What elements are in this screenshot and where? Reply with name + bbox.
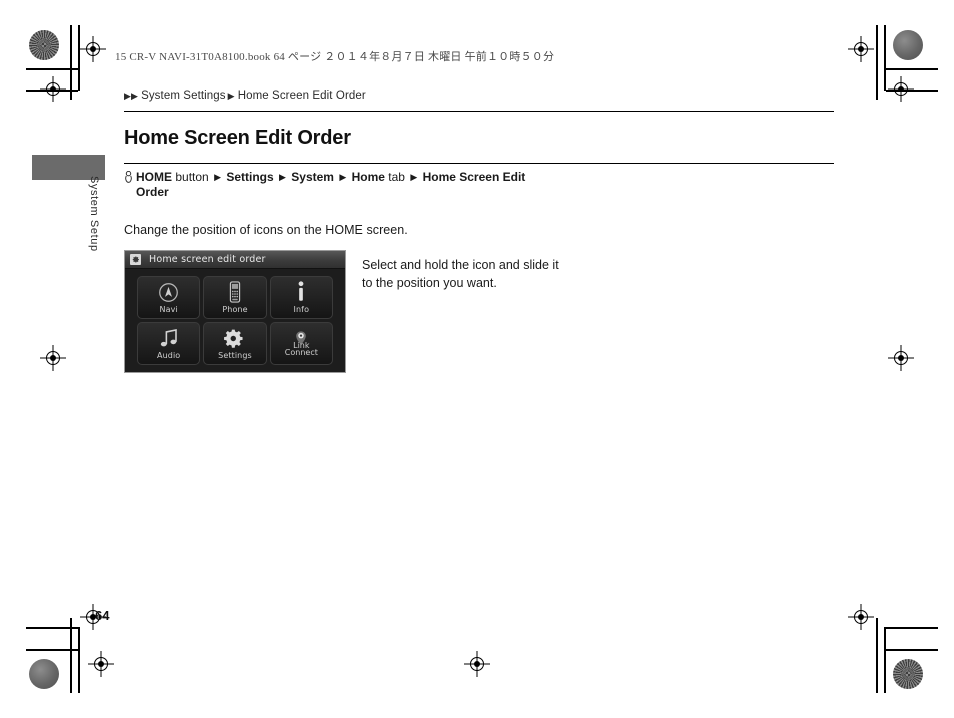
crop-line	[78, 627, 80, 693]
breadcrumb-separator-icon: ▶	[227, 90, 235, 101]
crop-line	[876, 618, 878, 693]
nav-step-tab-word: tab	[388, 170, 405, 185]
header-divider	[124, 111, 834, 112]
page-number: 64	[95, 608, 110, 623]
music-note-icon	[159, 327, 179, 349]
color-registration-dot	[893, 659, 923, 689]
breadcrumb-current: Home Screen Edit Order	[237, 90, 366, 102]
home-tile-label: Navi	[159, 304, 178, 314]
home-tile-phone[interactable]: Phone	[203, 275, 267, 319]
breadcrumb-arrow-icon: ▶	[131, 90, 139, 101]
home-tile-info[interactable]: Info	[269, 275, 333, 319]
registration-mark	[40, 345, 66, 371]
title-divider	[124, 163, 834, 165]
navigation-screen-figure: Home screen edit order Navi Phone Info A…	[124, 249, 346, 373]
home-tile-audio[interactable]: Audio	[137, 321, 201, 365]
home-tile-label: Info	[293, 304, 310, 314]
nav-step-button-word: button	[175, 170, 209, 185]
crop-line	[70, 25, 72, 100]
crop-line	[884, 25, 886, 91]
figure-row: Home screen edit order Navi Phone Info A…	[124, 249, 834, 373]
page-content: ▶ ▶ System Settings ▶ Home Screen Edit Order…	[124, 88, 834, 373]
breadcrumb: ▶ ▶ System Settings ▶ Home Screen Edit Order	[124, 88, 834, 104]
body-text: Change the position of icons on the HOME…	[124, 223, 408, 238]
color-registration-dot	[893, 30, 923, 60]
nav-step-settings[interactable]: Settings	[226, 170, 273, 184]
gear-icon	[130, 253, 141, 265]
breadcrumb-parent[interactable]: System Settings	[141, 90, 226, 102]
crop-line	[26, 649, 78, 651]
home-icon-grid: Navi Phone Info Audio Settings Link Conn…	[125, 270, 345, 372]
registration-mark	[464, 651, 490, 677]
home-tile-navi[interactable]: Navi	[137, 275, 201, 319]
crop-line	[886, 68, 938, 70]
phone-handset-icon	[228, 281, 242, 303]
nav-step-home-tab[interactable]: Home	[352, 170, 385, 184]
gear-icon	[224, 327, 245, 349]
registration-mark	[88, 651, 114, 677]
color-registration-dot	[29, 30, 59, 60]
figure-caption: Select and hold the icon and slide it to…	[362, 257, 559, 290]
book-header-info: 15 CR-V NAVI-31T0A8100.book 64 ページ ２０１４年…	[115, 51, 555, 63]
home-tile-settings[interactable]: Settings	[203, 321, 267, 365]
breadcrumb-arrow-icon: ▶	[124, 90, 132, 101]
nav-arrow-icon: ▶	[214, 172, 221, 183]
crop-line	[26, 68, 78, 70]
color-registration-dot	[29, 659, 59, 689]
nav-arrow-icon: ▶	[410, 172, 418, 183]
side-tab-label: System Setup	[88, 176, 100, 252]
home-tile-label: Audio	[157, 350, 181, 360]
registration-mark	[848, 36, 874, 62]
screen-titlebar: Home screen edit order	[125, 250, 345, 269]
registration-mark	[40, 76, 66, 102]
home-tile-link-connect[interactable]: Link Connect	[269, 321, 333, 365]
registration-mark	[888, 345, 914, 371]
home-tile-label: Settings	[218, 350, 252, 360]
registration-mark	[80, 36, 106, 62]
crop-line	[70, 618, 72, 693]
crop-line	[876, 25, 878, 100]
registration-mark	[848, 604, 874, 630]
crop-line	[884, 627, 886, 693]
home-tile-label: Phone	[222, 304, 248, 314]
screen-title-text: Home screen edit order	[149, 253, 266, 265]
navigation-path: HOME button ▶ Settings ▶ System ▶ Home t…	[124, 170, 554, 200]
nav-arrow-icon: ▶	[279, 172, 286, 183]
nav-step-system[interactable]: System	[291, 170, 334, 184]
home-tile-label: Link	[293, 340, 310, 350]
compass-icon	[158, 281, 179, 303]
registration-mark	[888, 76, 914, 102]
crop-line	[886, 627, 938, 629]
page-title: Home Screen Edit Order	[124, 127, 351, 149]
crop-line	[886, 649, 938, 651]
nav-step-home[interactable]: HOME	[136, 170, 172, 184]
hand-press-icon	[124, 171, 133, 184]
nav-arrow-icon: ▶	[339, 172, 347, 183]
crop-line	[26, 627, 78, 629]
info-icon	[296, 281, 306, 303]
